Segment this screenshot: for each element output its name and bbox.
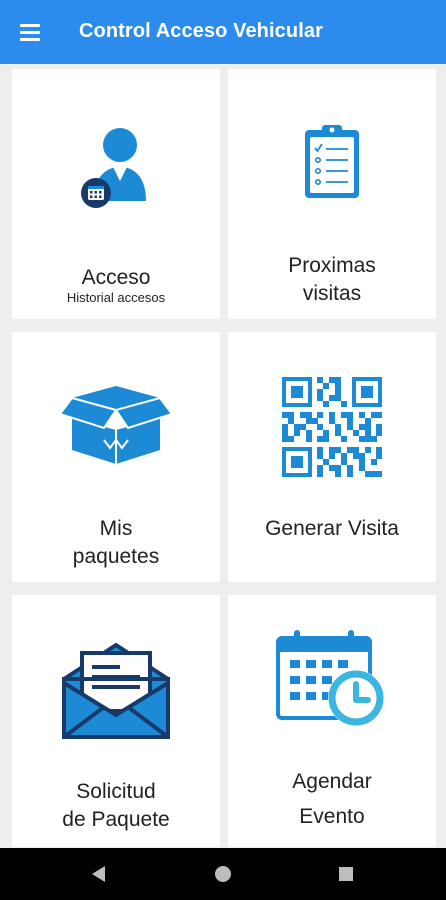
proximas-visitas-card[interactable]: Proximas visitas	[228, 69, 436, 319]
solicitud-paquete-line1: Solicitud	[76, 780, 156, 803]
app-bar: Control Acceso Vehicular	[0, 0, 446, 64]
open-box-icon	[60, 386, 172, 464]
solicitud-paquete-card[interactable]: Solicitud de Paquete	[12, 595, 220, 847]
envelope-letter-icon	[62, 643, 170, 739]
agendar-evento-card[interactable]: Agendar Evento	[228, 595, 436, 847]
system-nav-bar	[0, 848, 446, 900]
mis-paquetes-line1: Mis	[99, 517, 133, 540]
person-calendar-icon	[81, 128, 146, 208]
proximas-visitas-line1: Proximas	[288, 254, 376, 277]
recents-square-icon[interactable]	[334, 862, 358, 886]
agendar-evento-line1: Agendar	[292, 770, 372, 793]
mis-paquetes-card[interactable]: Mis paquetes	[12, 332, 220, 582]
home-circle-icon[interactable]	[211, 862, 235, 886]
generar-visita-card[interactable]: Generar Visita	[228, 332, 436, 582]
qr-code-icon	[282, 377, 382, 477]
agendar-evento-line2: Evento	[299, 805, 365, 828]
app-title: Control Acceso Vehicular	[79, 20, 323, 42]
acceso-label: Acceso	[81, 266, 151, 289]
calendar-clock-icon	[276, 630, 384, 726]
acceso-card[interactable]: Acceso Historial accesos	[12, 69, 220, 319]
hamburger-menu-icon[interactable]	[14, 16, 46, 48]
acceso-sublabel: Historial accesos	[66, 290, 166, 305]
proximas-visitas-line2: visitas	[302, 282, 362, 305]
solicitud-paquete-line2: de Paquete	[62, 808, 170, 831]
mis-paquetes-line2: paquetes	[72, 545, 160, 568]
generar-visita-label: Generar Visita	[265, 517, 399, 540]
clipboard-checklist-icon	[305, 125, 359, 198]
back-triangle-icon[interactable]	[87, 862, 111, 886]
